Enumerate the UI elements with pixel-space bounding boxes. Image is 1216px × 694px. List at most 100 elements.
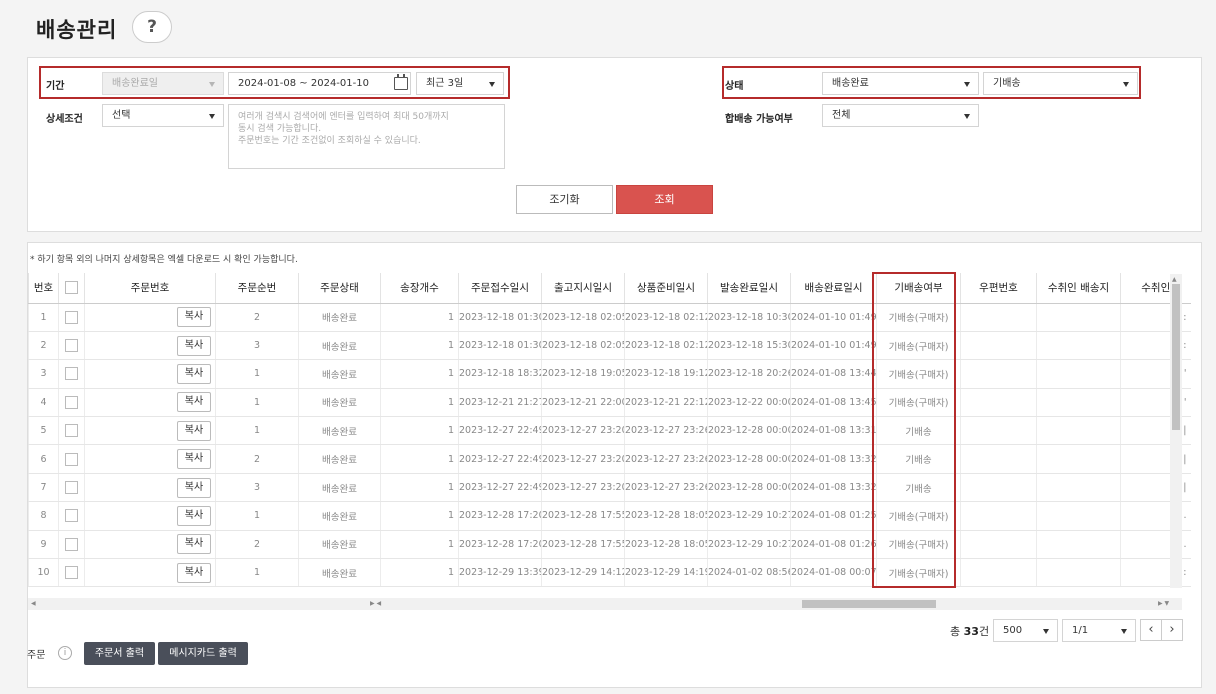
col-header-no[interactable]: 번호: [28, 273, 59, 304]
order-no-cell: 복사: [84, 416, 216, 446]
pre-delivered-cell: 기배송(구매자): [876, 558, 961, 588]
status-select[interactable]: 배송완료: [822, 72, 979, 95]
prepared-at-cell: 2023-12-27 23:26: [624, 444, 708, 474]
page-select[interactable]: 1/1: [1062, 619, 1136, 642]
scroll-left-arrow-icon[interactable]: ◀: [31, 600, 36, 607]
row-checkbox[interactable]: [65, 367, 78, 381]
col-header-recipient-address[interactable]: 수취인 배송지: [1036, 273, 1121, 304]
row-checkbox[interactable]: [65, 452, 78, 466]
received-at-cell: 2023-12-27 22:49: [458, 416, 542, 446]
row-checkbox[interactable]: [65, 339, 78, 353]
invoice-count-cell: 1: [380, 501, 459, 531]
search-keyword-textarea[interactable]: 여러개 검색시 검색어에 엔터를 입력하여 최대 50개까지 동시 검색 가능합…: [228, 104, 505, 169]
col-header-delivered-at[interactable]: 배송완료일시: [790, 273, 877, 304]
postal-code-cell: [960, 530, 1037, 560]
help-icon[interactable]: ?: [132, 11, 172, 43]
select-all-checkbox[interactable]: [65, 281, 78, 295]
detail-condition-select[interactable]: 선택: [102, 104, 224, 127]
copy-button[interactable]: 복사: [177, 420, 211, 441]
recipient-address-cell: [1036, 416, 1121, 446]
row-number-cell: 5: [28, 416, 59, 446]
row-checkbox[interactable]: [65, 537, 78, 551]
scroll-right-arrow-icon[interactable]: ▶ ▼: [1158, 600, 1169, 607]
col-header-order-status[interactable]: 주문상태: [298, 273, 381, 304]
print-message-card-button[interactable]: 메시지카드 출력: [158, 642, 248, 665]
scroll-up-arrow-icon[interactable]: ▲: [1172, 276, 1177, 283]
calendar-icon[interactable]: [394, 74, 408, 90]
row-select-cell: [58, 501, 85, 531]
copy-button[interactable]: 복사: [177, 562, 211, 583]
received-at-cell: 2023-12-27 22:49: [458, 444, 542, 474]
row-checkbox[interactable]: [65, 566, 78, 580]
chevron-down-icon: [489, 82, 495, 87]
table-row[interactable]: 2 복사 3 배송완료 1 2023-12-18 01:30 2023-12-18 02:0…: [28, 331, 1191, 361]
row-checkbox[interactable]: [65, 424, 78, 438]
table-row[interactable]: 8 복사 1 배송완료 1 2023-12-28 17:20 2023-12-28 17:5…: [28, 501, 1191, 531]
table-row[interactable]: 4 복사 1 배송완료 1 2023-12-21 21:27 2023-12-21 22:0…: [28, 388, 1191, 418]
shipped-at-cell: 2024-01-02 08:56: [707, 558, 791, 588]
table-row[interactable]: 1 복사 2 배송완료 1 2023-12-18 01:30 2023-12-18 02:0…: [28, 303, 1191, 332]
copy-button[interactable]: 복사: [177, 335, 211, 356]
shipped-at-cell: 2023-12-29 10:27: [707, 530, 791, 560]
order-no-cell: 복사: [84, 388, 216, 418]
col-header-invoice-count[interactable]: 송장개수: [380, 273, 459, 304]
col-header-order-no[interactable]: 주문번호: [84, 273, 216, 304]
col-header-release-at[interactable]: 출고지시일시: [541, 273, 625, 304]
horizontal-scroll-thumb[interactable]: [802, 600, 936, 608]
search-button[interactable]: 조회: [616, 185, 713, 214]
table-row[interactable]: 10 복사 1 배송완료 1 2023-12-29 13:39 2023-12-29 14:…: [28, 558, 1191, 588]
vertical-scroll-thumb[interactable]: [1172, 284, 1180, 430]
print-order-button[interactable]: 주문서 출력: [84, 642, 155, 665]
prev-page-button[interactable]: ‹: [1140, 619, 1162, 641]
pre-delivered-cell: 기배송(구매자): [876, 501, 961, 531]
date-range-input[interactable]: 2024-01-08 ~ 2024-01-10: [228, 72, 411, 95]
quick-range-select[interactable]: 최근 3일: [416, 72, 504, 95]
copy-button[interactable]: 복사: [177, 392, 211, 413]
row-checkbox[interactable]: [65, 395, 78, 409]
copy-button[interactable]: 복사: [177, 449, 211, 470]
col-header-order-seq[interactable]: 주문순번: [215, 273, 299, 304]
col-header-select-all[interactable]: [58, 273, 85, 304]
chevron-down-icon: [1123, 82, 1129, 87]
postal-code-cell: [960, 303, 1037, 332]
postal-code-cell: [960, 473, 1037, 503]
page-size-value: 500: [1003, 625, 1023, 636]
combine-shipping-select[interactable]: 전체: [822, 104, 979, 127]
next-page-button[interactable]: ›: [1161, 619, 1183, 641]
table-row[interactable]: 3 복사 1 배송완료 1 2023-12-18 18:32 2023-12-18 19:0…: [28, 359, 1191, 389]
col-header-shipped-at[interactable]: 발송완료일시: [707, 273, 791, 304]
release-at-cell: 2023-12-27 23:20: [541, 444, 625, 474]
order-seq-cell: 1: [215, 388, 299, 418]
delivery-table: 번호 주문번호 주문순번 주문상태 송장개수 주문접수일시 출고지시일시 상품준…: [28, 273, 1191, 588]
row-checkbox[interactable]: [65, 509, 78, 523]
copy-button[interactable]: 복사: [177, 534, 211, 555]
page-value: 1/1: [1072, 625, 1089, 636]
copy-button[interactable]: 복사: [177, 363, 211, 384]
col-header-prepared-at[interactable]: 상품준비일시: [624, 273, 708, 304]
substatus-select[interactable]: 기배송: [983, 72, 1138, 95]
table-row[interactable]: 5 복사 1 배송완료 1 2023-12-27 22:49 2023-12-27 23:2…: [28, 416, 1191, 446]
chevron-down-icon: [964, 114, 970, 119]
prepared-at-cell: 2023-12-18 19:12: [624, 359, 708, 389]
col-header-postal-code[interactable]: 우편번호: [960, 273, 1037, 304]
reset-button[interactable]: 조기화: [516, 185, 613, 214]
page-size-select[interactable]: 500: [993, 619, 1058, 642]
col-header-pre-delivered[interactable]: 기배송여부: [876, 273, 961, 304]
copy-button[interactable]: 복사: [177, 307, 211, 328]
received-at-cell: 2023-12-18 01:30: [458, 303, 542, 332]
row-checkbox[interactable]: [65, 310, 78, 324]
table-row[interactable]: 6 복사 2 배송완료 1 2023-12-27 22:49 2023-12-27 23:2…: [28, 444, 1191, 474]
order-status-cell: 배송완료: [298, 473, 381, 503]
copy-button[interactable]: 복사: [177, 505, 211, 526]
row-select-cell: [58, 303, 85, 332]
table-row[interactable]: 7 복사 3 배송완료 1 2023-12-27 22:49 2023-12-27 23:2…: [28, 473, 1191, 503]
horizontal-scrollbar[interactable]: [28, 598, 1182, 610]
copy-button[interactable]: 복사: [177, 477, 211, 498]
table-row[interactable]: 9 복사 2 배송완료 1 2023-12-28 17:20 2023-12-28 17:5…: [28, 530, 1191, 560]
shipped-at-cell: 2023-12-28 00:00: [707, 444, 791, 474]
invoice-count-cell: 1: [380, 558, 459, 588]
release-at-cell: 2023-12-28 17:55: [541, 530, 625, 560]
col-header-received-at[interactable]: 주문접수일시: [458, 273, 542, 304]
info-icon[interactable]: i: [58, 646, 72, 660]
row-checkbox[interactable]: [65, 481, 78, 495]
